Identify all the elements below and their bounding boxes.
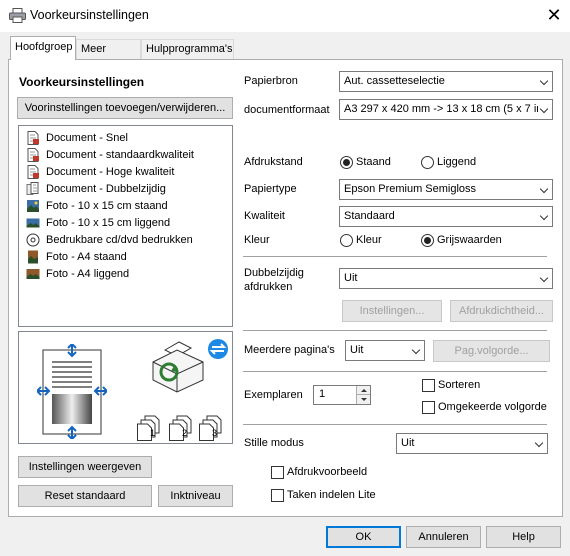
title-bar: Voorkeursinstellingen ✕ [0,0,570,32]
document-size-label: documentformaat [244,104,330,116]
chevron-down-icon [538,100,548,119]
divider [243,424,547,425]
document-fast-icon [27,131,39,145]
chevron-down-icon [538,180,548,199]
duplex-select[interactable]: Uit [339,268,553,289]
duplex-settings-button[interactable]: Instellingen... [342,300,442,322]
preset-list[interactable]: Document - Snel Document - standaardkwal… [18,125,233,327]
divider [243,256,547,257]
photo-a4-portrait-icon [28,250,38,264]
print-preview-checkbox[interactable] [271,466,284,479]
radio-portrait[interactable] [340,156,353,169]
reset-default-button[interactable]: Reset standaard [18,485,152,507]
document-size-select[interactable]: A3 297 x 420 mm -> 13 x 18 cm (5 x 7 in) [339,99,553,120]
reverse-order-label: Omgekeerde volgorde [438,401,547,413]
quiet-mode-select[interactable]: Uit [396,433,548,454]
help-button[interactable]: Help [486,526,561,548]
color-label: Kleur [244,234,270,246]
divider [243,371,547,372]
divider [243,330,547,331]
collate-checkbox[interactable] [422,379,435,392]
portrait-label: Staand [356,156,391,168]
copies-stepper[interactable]: 1 [313,385,371,405]
radio-landscape[interactable] [421,156,434,169]
chevron-down-icon [538,72,548,91]
duplex-label: Dubbelzijdig afdrukken [244,267,304,293]
cancel-button[interactable]: Annuleren [406,526,481,548]
page-number: 2 [182,428,188,438]
quiet-mode-label: Stille modus [244,437,304,449]
photo-portrait-icon [27,200,39,212]
quality-select[interactable]: Standaard [339,206,553,227]
show-settings-button[interactable]: Instellingen weergeven [18,456,152,478]
photo-a4-landscape-icon [26,269,40,279]
chevron-down-icon [533,434,543,453]
collate-label: Sorteren [438,379,481,391]
page-number: 3 [212,428,218,438]
color-option-label: Kleur [356,234,382,246]
ink-level-button[interactable]: Inktniveau [158,485,233,507]
chevron-down-icon [410,341,420,360]
document-duplex-icon [26,182,39,195]
printer-icon [9,8,26,23]
print-preview-area: 1 2 3 [18,331,233,444]
paper-type-label: Papiertype [244,183,297,195]
orientation-label: Afdrukstand [244,156,303,168]
page-order-button[interactable]: Pag.volgorde... [433,340,550,362]
add-remove-presets-button[interactable]: Voorinstellingen toevoegen/verwijderen..… [17,97,233,119]
paper-source-label: Papierbron [244,75,298,87]
job-arranger-label: Taken indelen Lite [287,489,376,501]
job-arranger-checkbox[interactable] [271,489,284,502]
duplex-badge-icon [208,339,228,359]
quality-label: Kwaliteit [244,210,285,222]
decrement-arrow-icon[interactable] [356,395,370,404]
paper-type-select[interactable]: Epson Premium Semigloss [339,179,553,200]
radio-color[interactable] [340,234,353,247]
multipage-select[interactable]: Uit [345,340,425,361]
copies-label: Exemplaren [244,389,303,401]
presets-heading: Voorkeursinstellingen [19,75,145,89]
close-icon[interactable]: ✕ [544,5,564,25]
photo-landscape-icon [26,218,40,228]
paper-source-select[interactable]: Aut. cassetteselectie [339,71,553,92]
increment-arrow-icon[interactable] [356,386,370,395]
page-number: 1 [150,428,156,438]
chevron-down-icon [538,207,548,226]
tab-hulpprogrammas[interactable]: Hulpprogramma's [141,39,234,59]
multipage-label: Meerdere pagina's [244,344,335,356]
printer-duplex-icon [152,341,204,393]
print-preview-label: Afdrukvoorbeeld [287,466,368,478]
page-layout-preview [37,344,107,439]
tab-meer-opties[interactable]: Meer opties [76,39,141,74]
landscape-label: Liggend [437,156,477,168]
window-title: Voorkeursinstellingen [30,8,149,22]
copies-value: 1 [319,388,326,400]
grayscale-label: Grijswaarden [437,234,502,246]
chevron-down-icon [538,269,548,288]
document-standard-icon [27,148,39,162]
disc-icon [26,233,40,247]
document-high-icon [27,165,39,179]
ok-button[interactable]: OK [326,526,401,548]
radio-grayscale[interactable] [421,234,434,247]
print-density-button[interactable]: Afdrukdichtheid... [450,300,553,322]
reverse-order-checkbox[interactable] [422,401,435,414]
tab-hoofdgroep[interactable]: Hoofdgroep [10,36,76,60]
